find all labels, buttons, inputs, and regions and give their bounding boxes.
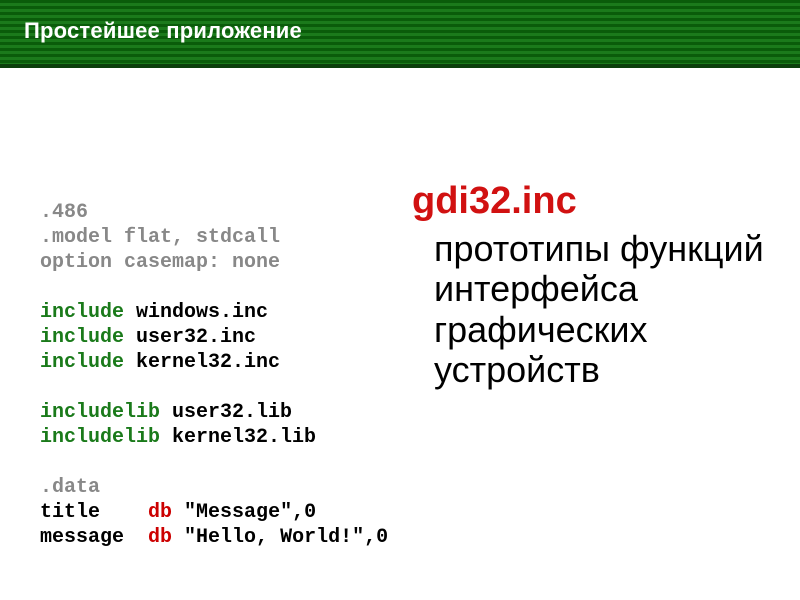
code-arg: kernel32.inc: [124, 351, 280, 374]
code-arg: kernel32.lib: [160, 426, 316, 449]
code-keyword: includelib: [40, 426, 160, 449]
code-block: .486 .model flat, stdcall option casemap…: [40, 175, 388, 550]
code-keyword: include: [40, 326, 124, 349]
code-line: .model flat, stdcall: [40, 226, 280, 249]
code-name: title: [40, 501, 148, 524]
slide-title: Простейшее приложение: [0, 0, 800, 44]
code-keyword: include: [40, 351, 124, 374]
code-line: .data: [40, 476, 100, 499]
description-heading: gdi32.inc: [412, 180, 778, 223]
code-line: .486: [40, 201, 88, 224]
code-keyword: includelib: [40, 401, 160, 424]
title-bar: Простейшее приложение: [0, 0, 800, 68]
code-line: option casemap: none: [40, 251, 280, 274]
code-value: "Message",0: [172, 501, 316, 524]
code-keyword: include: [40, 301, 124, 324]
description-panel: gdi32.inc прототипы функций интерфейса г…: [408, 180, 778, 390]
code-keyword: db: [148, 526, 172, 549]
code-value: "Hello, World!",0: [172, 526, 388, 549]
slide: Простейшее приложение .486 .model flat, …: [0, 0, 800, 600]
code-arg: windows.inc: [124, 301, 268, 324]
code-arg: user32.inc: [124, 326, 256, 349]
code-name: message: [40, 526, 148, 549]
code-keyword: db: [148, 501, 172, 524]
code-arg: user32.lib: [160, 401, 292, 424]
description-text: прототипы функций интерфейса графических…: [434, 229, 778, 390]
